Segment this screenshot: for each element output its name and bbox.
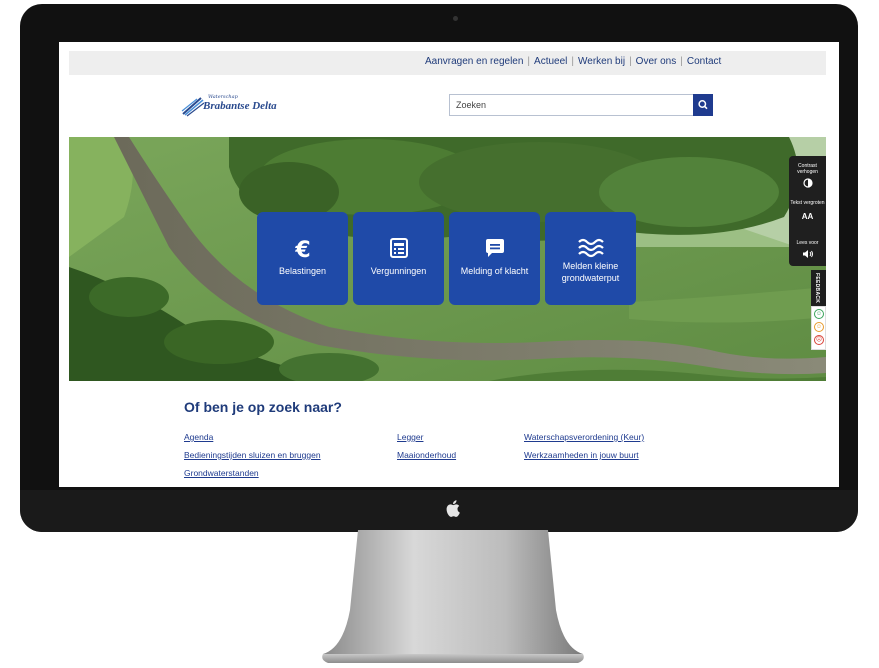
top-nav-links: Aanvragen en regelen | Actueel | Werken bij |…	[425, 56, 721, 67]
search-button[interactable]	[693, 94, 713, 116]
camera-dot	[453, 16, 458, 21]
feedback-rating: ☺ ☺ ☹	[811, 306, 826, 350]
link-grondwaterstanden[interactable]: Grondwaterstanden	[184, 468, 259, 478]
hero-banner: € Belastingen Vergunningen Melding of kl…	[69, 137, 826, 381]
link-legger[interactable]: Legger	[397, 432, 423, 442]
section-title: Of ben je op zoek naar?	[184, 399, 342, 415]
monitor-chin	[20, 490, 858, 532]
link-bedieningstijden[interactable]: Bedieningstijden sluizen en bruggen	[184, 450, 321, 460]
search-icon	[698, 100, 708, 110]
browser-viewport: Aanvragen en regelen | Actueel | Werken bij |…	[59, 42, 839, 487]
tile-label: Belastingen	[278, 266, 327, 276]
read-aloud-toggle[interactable]: Lees voor	[789, 240, 826, 264]
contrast-icon	[802, 178, 813, 188]
nav-separator: |	[680, 56, 683, 67]
read-aloud-label: Lees voor	[796, 240, 819, 246]
svg-text:€: €	[294, 238, 310, 260]
link-maaionderhoud[interactable]: Maaionderhoud	[397, 450, 456, 460]
nav-separator: |	[527, 56, 531, 67]
logo-wave-icon	[181, 97, 205, 117]
tile-vergunningen[interactable]: Vergunningen	[353, 212, 444, 305]
water-waves-icon	[545, 236, 636, 260]
nav-link-over-ons[interactable]: Over ons	[636, 56, 677, 67]
tile-melden-grondwaterput[interactable]: Melden kleine grondwaterput	[545, 212, 636, 305]
nav-link-werken-bij[interactable]: Werken bij	[578, 56, 625, 67]
monitor-stand	[322, 530, 584, 663]
screenshot-stage: Aanvragen en regelen | Actueel | Werken bij |…	[0, 0, 879, 668]
nav-separator: |	[571, 56, 574, 67]
text-size-toggle[interactable]: Tekst vergroten AA	[789, 200, 826, 224]
link-werkzaamheden[interactable]: Werkzaamheden in jouw buurt	[524, 450, 639, 460]
site-logo[interactable]: Waterschap Brabantse Delta	[181, 94, 301, 120]
nav-separator: |	[629, 56, 632, 67]
search-box	[449, 94, 713, 116]
chat-icon	[449, 236, 540, 260]
text-size-icon: AA	[801, 212, 814, 221]
feedback-label: FEEDBACK	[814, 273, 820, 304]
sad-face-icon[interactable]: ☹	[814, 335, 824, 345]
euro-icon: €	[257, 236, 348, 260]
tile-melding-of-klacht[interactable]: Melding of klacht	[449, 212, 540, 305]
hero-landscape-image	[69, 137, 826, 381]
tile-label: Vergunningen	[370, 266, 427, 276]
tile-label: Melden kleine grondwaterput	[561, 261, 620, 283]
nav-link-aanvragen[interactable]: Aanvragen en regelen	[425, 56, 523, 67]
nav-link-contact[interactable]: Contact	[687, 56, 721, 67]
link-agenda[interactable]: Agenda	[184, 432, 213, 442]
link-waterschapsverordening[interactable]: Waterschapsverordening (Keur)	[524, 432, 644, 442]
search-input[interactable]	[456, 98, 686, 112]
contrast-toggle[interactable]: Contrast verhogen	[789, 163, 826, 193]
text-size-label: Tekst vergroten	[790, 200, 825, 206]
tile-belastingen[interactable]: € Belastingen	[257, 212, 348, 305]
nav-link-actueel[interactable]: Actueel	[534, 56, 567, 67]
accessibility-panel: Contrast verhogen Tekst vergroten AA Lee…	[789, 156, 826, 266]
logo-name: Brabantse Delta	[203, 100, 277, 112]
neutral-face-icon[interactable]: ☺	[814, 322, 824, 332]
happy-face-icon[interactable]: ☺	[814, 309, 824, 319]
contrast-label: Contrast verhogen	[797, 163, 818, 175]
feedback-tab[interactable]: FEEDBACK	[811, 270, 826, 306]
tile-label: Melding of klacht	[460, 266, 529, 276]
document-icon	[353, 236, 444, 260]
speaker-icon	[802, 250, 813, 258]
top-navigation-bar: Aanvragen en regelen | Actueel | Werken bij |…	[69, 51, 826, 75]
apple-logo-icon	[446, 500, 460, 517]
